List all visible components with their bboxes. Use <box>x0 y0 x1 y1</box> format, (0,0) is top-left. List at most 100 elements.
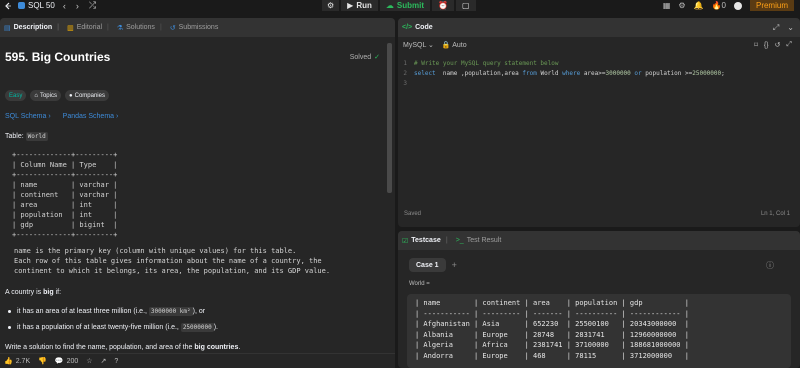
tab-description-label: Description <box>13 24 53 31</box>
tab-solutions[interactable]: ⚗ Solutions | <box>117 24 162 32</box>
problem-title[interactable]: 595. Big Countries <box>5 50 110 64</box>
layout-icon[interactable]: ▦ <box>663 1 671 10</box>
code-header-actions: ⤢ ⌄ <box>773 18 794 37</box>
info-icon[interactable]: ⓘ <box>766 260 774 271</box>
favorite-button[interactable]: ☆ <box>86 357 92 365</box>
run-label: Run <box>356 1 372 10</box>
bullet1-suffix: ), or <box>192 308 206 315</box>
streak-count: 0 <box>721 1 726 10</box>
companies-button[interactable]: ● Companies <box>64 90 109 101</box>
code-text: area>= <box>580 69 606 77</box>
code-tabbar: </> Code <box>398 18 800 37</box>
code-line-1[interactable]: 1 # Write your MySQL query statement bel… <box>398 58 558 68</box>
run-button[interactable]: ▶ Run <box>341 0 378 11</box>
language-select[interactable]: MySQL ⌄ <box>403 41 434 49</box>
testcase-panel: ☑ Testcase | >_ Test Result Case 1 + ⓘ Worl… <box>398 231 800 368</box>
maximize-icon[interactable]: ⤢ <box>773 23 779 33</box>
terminal-icon: >_ <box>455 237 464 244</box>
notifications-bell-icon[interactable]: 🔔 <box>694 1 704 10</box>
pandas-schema-link[interactable]: Pandas Schema › <box>63 113 119 120</box>
tab-description[interactable]: ▤ Description | <box>4 24 59 32</box>
add-case-icon[interactable]: + <box>452 260 457 270</box>
star-icon: ☆ <box>86 358 93 365</box>
shuffle-icon[interactable]: ⤮ <box>87 0 98 11</box>
checkbox-icon: ☑ <box>402 237 409 245</box>
tab-code[interactable]: </> Code <box>402 24 433 31</box>
reset-icon[interactable]: ↺ <box>775 41 781 49</box>
bookmark-icon[interactable]: ⌑ <box>754 41 758 49</box>
tab-submissions[interactable]: ↺ Submissions <box>170 24 219 32</box>
code-keyword: select <box>414 69 436 77</box>
intro-prefix: A country is <box>5 289 44 296</box>
bullet2-code: 25000000 <box>180 323 214 332</box>
thumbs-up-icon: 👍 <box>4 358 13 365</box>
code-line-2[interactable]: 2 select name ,population,area from Worl… <box>398 68 724 78</box>
code-toolbar: MySQL ⌄ 🔒 Auto <box>398 37 800 53</box>
bullet-dot <box>8 310 11 313</box>
debug-button[interactable]: ⚙ <box>322 0 340 11</box>
tag-icon: ⌂ <box>34 92 38 99</box>
description-scrollbar[interactable] <box>386 37 392 368</box>
difficulty-badge: Easy <box>5 90 27 101</box>
leetcode-logo-icon[interactable] <box>4 2 12 10</box>
auto-mode-toggle[interactable]: 🔒 Auto <box>442 41 467 49</box>
condition-area: it has an area of at least three million… <box>8 307 206 316</box>
dislike-button[interactable]: 👎 <box>38 357 47 365</box>
companies-label: Companies <box>74 92 105 99</box>
help-button[interactable]: ? <box>114 358 118 365</box>
book-icon: ▥ <box>67 24 74 32</box>
schema-table: +-------------+---------+ | Column Name … <box>12 151 118 239</box>
next-problem-icon[interactable]: › <box>74 1 81 11</box>
problem-list-label: SQL 50 <box>28 1 55 10</box>
streak-counter[interactable]: 🔥0 <box>712 1 726 10</box>
sql-schema-link[interactable]: SQL Schema › <box>5 113 51 120</box>
bullet2-prefix: it has a population of at least twenty-f… <box>17 324 181 331</box>
case-1-button[interactable]: Case 1 <box>409 258 446 272</box>
task-bold: big countries <box>194 344 239 351</box>
line-number: 2 <box>403 69 407 77</box>
bug-icon: ⚙ <box>327 1 335 10</box>
world-input-table[interactable]: | name | continent | area | population |… <box>407 294 791 368</box>
auto-label: Auto <box>452 42 467 49</box>
prev-problem-icon[interactable]: ‹ <box>61 1 68 11</box>
code-keyword: from <box>522 69 537 77</box>
big-word: big <box>43 289 54 296</box>
check-circle-icon: ✓ <box>374 54 380 61</box>
share-button[interactable]: ↗ <box>101 357 107 365</box>
code-text: World <box>536 69 563 77</box>
submit-button[interactable]: ☁ Submit <box>379 0 430 11</box>
timer-button[interactable]: ⏰ <box>432 0 454 11</box>
code-line-3[interactable]: 3 <box>398 78 414 88</box>
problem-list-button[interactable]: SQL 50 <box>18 1 55 10</box>
tab-editorial-label: Editorial <box>76 24 103 31</box>
schema-links: SQL Schema › Pandas Schema › <box>5 113 118 120</box>
premium-button[interactable]: Premium <box>749 0 794 11</box>
scrollbar-thumb[interactable] <box>387 43 392 193</box>
play-icon: ▶ <box>347 1 354 10</box>
solved-label: Solved <box>349 53 372 61</box>
settings-gear-icon[interactable]: ⚙ <box>678 1 685 10</box>
tab-testcase[interactable]: ☑ Testcase | <box>402 237 448 245</box>
expand-icon[interactable]: ⤢ <box>786 41 792 49</box>
comments-button[interactable]: 💬 200 <box>54 357 78 366</box>
user-avatar[interactable] <box>733 1 742 10</box>
tab-editorial[interactable]: ▥ Editorial | <box>67 24 109 32</box>
sql-schema-label: SQL Schema <box>5 113 47 120</box>
code-brackets-icon: </> <box>402 24 413 31</box>
title-row: 595. Big Countries Solved ✓ <box>5 50 380 64</box>
comment-icon: 💬 <box>54 358 64 365</box>
test-tabbar: ☑ Testcase | >_ Test Result <box>398 231 800 250</box>
code-number: 3000000 <box>605 69 631 77</box>
tab-test-result[interactable]: >_ Test Result <box>456 237 502 244</box>
case-selector: Case 1 + <box>409 258 457 272</box>
tab-testcase-label: Testcase <box>411 237 441 244</box>
topics-label: Topics <box>39 92 57 99</box>
like-button[interactable]: 👍 2.7K <box>4 357 30 366</box>
topics-button[interactable]: ⌂ Topics <box>30 90 61 101</box>
format-braces-icon[interactable]: {} <box>764 42 769 49</box>
notes-button[interactable]: ▢ <box>455 0 476 11</box>
bullet1-prefix: it has an area of at least three million… <box>17 308 149 315</box>
collapse-icon[interactable]: ⌄ <box>787 23 794 32</box>
sql50-icon <box>18 2 25 9</box>
tab-test-result-label: Test Result <box>466 237 502 244</box>
